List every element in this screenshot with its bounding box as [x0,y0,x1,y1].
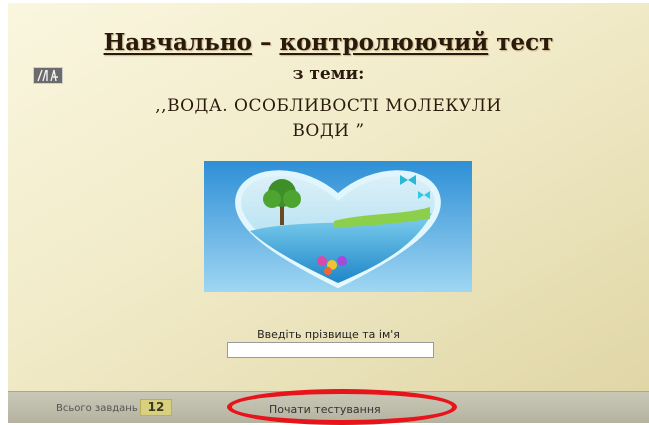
slide-area: Навчально – контролюючий тест з теми: ,,… [8,3,649,391]
name-label: Введіть прізвище та ім'я [257,328,400,341]
topic-line-2: ВОДИ ” [292,121,365,141]
highlight-ellipse [227,389,457,425]
topic-text: ,,ВОДА. ОСОБЛИВОСТІ МОЛЕКУЛИ ВОДИ ” [8,94,649,144]
topic-line-1: ,,ВОДА. ОСОБЛИВОСТІ МОЛЕКУЛИ [155,96,502,116]
page-title: Навчально – контролюючий тест [103,29,554,56]
water-heart-illustration [204,161,472,292]
total-tasks-value: 12 [140,399,172,416]
subtitle: з теми: [292,64,365,84]
total-tasks-label: Всього завдань [56,403,138,414]
name-input[interactable] [227,342,434,358]
